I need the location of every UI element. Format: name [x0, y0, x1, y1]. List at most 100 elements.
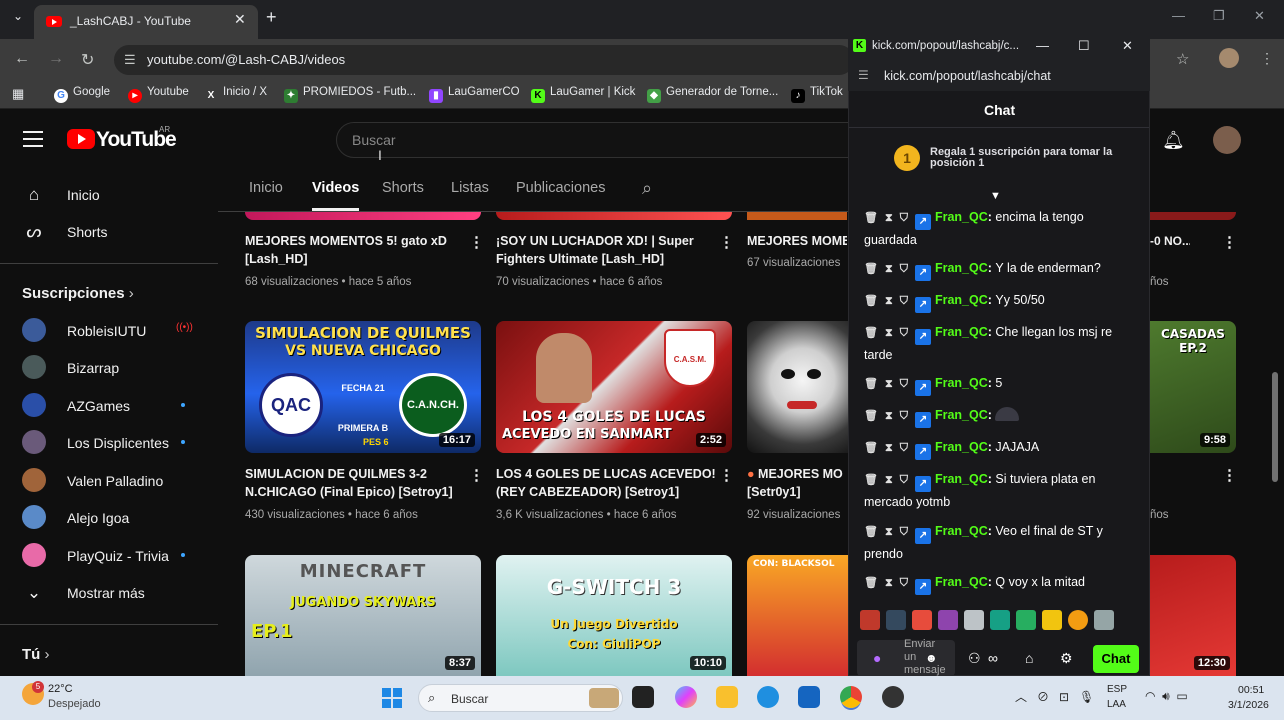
- ban-icon[interactable]: ⛉: [900, 263, 908, 275]
- emote-icon[interactable]: [912, 610, 932, 630]
- timeout-icon[interactable]: ⧗: [885, 263, 893, 275]
- video-menu-icon[interactable]: ⋮: [469, 233, 484, 251]
- delete-icon[interactable]: 🗑︎: [864, 410, 878, 422]
- video-menu-icon[interactable]: ⋮: [1222, 233, 1237, 251]
- delete-icon[interactable]: 🗑︎: [864, 474, 878, 486]
- emote-icon[interactable]: [1068, 610, 1088, 630]
- bookmark-youtube[interactable]: ▸ Youtube: [128, 86, 189, 103]
- sidebar-sub-playquiz[interactable]: PlayQuiz - Trivia: [0, 538, 218, 574]
- sidebar-sub-valen-palladino[interactable]: Valen Palladino: [0, 463, 218, 499]
- video-thumbnail[interactable]: CASADAS EP.2 9:58: [1150, 321, 1236, 453]
- app-icon[interactable]: [882, 686, 904, 708]
- video-thumbnail[interactable]: MINECRAFT JUGANDO SKYWARS EP.1 8:37: [245, 555, 481, 676]
- edge-icon[interactable]: [757, 686, 779, 708]
- timeout-icon[interactable]: ⧗: [885, 442, 893, 454]
- timeout-icon[interactable]: ⧗: [885, 526, 893, 538]
- tab-shorts[interactable]: Shorts: [382, 180, 424, 196]
- video-thumbnail[interactable]: C.A.S.M. LOS 4 GOLES DE LUCAS ACEVEDO EN…: [496, 321, 732, 453]
- bookmark-star-icon[interactable]: ☆: [1176, 50, 1189, 68]
- ban-icon[interactable]: ⛉: [900, 378, 908, 390]
- network-sound-battery-icons[interactable]: ◠ 🔊︎ ▭: [1145, 689, 1188, 704]
- sidebar-item-shorts[interactable]: ᔕ Shorts: [0, 214, 218, 250]
- delete-icon[interactable]: 🗑︎: [864, 212, 878, 224]
- video-thumbnail[interactable]: 12:30: [1150, 555, 1236, 676]
- bookmark-kick[interactable]: K LauGamer | Kick: [531, 86, 635, 103]
- language[interactable]: ESP: [1107, 684, 1127, 695]
- emote-icon[interactable]: [1042, 610, 1062, 630]
- timeout-icon[interactable]: ⧗: [885, 295, 893, 307]
- emote-icon[interactable]: [1094, 610, 1114, 630]
- tab-listas[interactable]: Listas: [451, 180, 489, 196]
- windows-start-icon[interactable]: [382, 688, 402, 708]
- delete-icon[interactable]: 🗑︎: [864, 295, 878, 307]
- user-badge-icon[interactable]: ↗: [914, 528, 931, 544]
- bookmark-google[interactable]: G Google: [54, 86, 110, 103]
- video-title[interactable]: LOS 4 GOLES DE LUCAS ACEVEDO! (REY CABEZ…: [496, 465, 716, 501]
- clock-date[interactable]: 3/1/2026: [1228, 699, 1269, 711]
- video-menu-icon[interactable]: ⋮: [1222, 466, 1237, 484]
- menu-icon[interactable]: ⋮: [1260, 50, 1274, 67]
- user-badge-icon[interactable]: ↗: [914, 329, 931, 345]
- task-view-icon[interactable]: [632, 686, 654, 708]
- sidebar-sub-los-displicentes[interactable]: Los Displicentes: [0, 425, 218, 461]
- keyboard-layout[interactable]: LAA: [1107, 699, 1126, 710]
- profile-avatar[interactable]: [1219, 48, 1239, 68]
- kick-site-info-icon[interactable]: ☰: [858, 68, 869, 82]
- close-window-icon[interactable]: ✕: [1254, 8, 1265, 24]
- reload-icon[interactable]: ↻: [81, 50, 94, 70]
- video-thumbnail[interactable]: [747, 212, 847, 220]
- chrome-icon[interactable]: [840, 686, 862, 708]
- user-badge-icon[interactable]: ↗: [914, 412, 931, 428]
- video-thumbnail[interactable]: G-SWITCH 3 Un Juego Divertido Con: Giuli…: [496, 555, 732, 676]
- gift-subscription-text[interactable]: Regala 1 suscripción para tomar la posic…: [930, 147, 1120, 169]
- new-tab-button[interactable]: +: [266, 7, 277, 28]
- users-icon[interactable]: ⚇: [968, 650, 981, 667]
- apps-icon[interactable]: ▦: [12, 86, 24, 102]
- settings-gear-icon[interactable]: ⚙: [1060, 650, 1073, 667]
- ban-icon[interactable]: ⛉: [900, 526, 908, 538]
- copilot-icon[interactable]: [675, 686, 697, 708]
- ban-icon[interactable]: ⛉: [900, 410, 908, 422]
- back-icon[interactable]: ←: [14, 50, 30, 68]
- account-avatar[interactable]: [1213, 126, 1241, 154]
- notifications-bell-icon[interactable]: 🔔︎: [1162, 130, 1185, 151]
- youtube-logo-icon[interactable]: [67, 129, 95, 149]
- you-section-header[interactable]: Tú ›: [22, 646, 50, 663]
- store-app-icon[interactable]: [798, 686, 820, 708]
- tab-publicaciones[interactable]: Publicaciones: [516, 180, 605, 196]
- kick-minimize-icon[interactable]: —: [1036, 38, 1049, 53]
- timeout-icon[interactable]: ⧗: [885, 577, 893, 589]
- user-badge-icon[interactable]: ↗: [914, 265, 931, 281]
- emote-icon[interactable]: [964, 610, 984, 630]
- minimize-icon[interactable]: —: [1172, 8, 1185, 23]
- mic-icon[interactable]: ●: [873, 650, 881, 666]
- delete-icon[interactable]: 🗑︎: [864, 442, 878, 454]
- gift-rank-badge[interactable]: 1: [894, 145, 920, 171]
- video-title[interactable]: ● MEJORES MO [Setr0y1]: [747, 465, 847, 501]
- bookmark-x[interactable]: X Inicio / X: [204, 86, 267, 103]
- emote-icon[interactable]: [860, 610, 880, 630]
- delete-icon[interactable]: 🗑︎: [864, 378, 878, 390]
- bookmark-promiedos[interactable]: ✦ PROMIEDOS - Futb...: [284, 86, 416, 103]
- file-explorer-icon[interactable]: [716, 686, 738, 708]
- forward-icon[interactable]: →: [48, 50, 64, 68]
- video-menu-icon[interactable]: ⋮: [719, 466, 734, 484]
- kick-close-icon[interactable]: ✕: [1122, 38, 1133, 54]
- tab-search-icon[interactable]: ⌄: [8, 9, 28, 29]
- user-badge-icon[interactable]: ↗: [914, 476, 931, 492]
- video-title[interactable]: SIMULACION DE QUILMES 3-2 N.CHICAGO (Fin…: [245, 465, 465, 501]
- browser-tab[interactable]: _LashCABJ - YouTube ✕: [34, 5, 258, 39]
- sidebar-sub-azgames[interactable]: AZGames: [0, 388, 218, 424]
- delete-icon[interactable]: 🗑︎: [864, 327, 878, 339]
- delete-icon[interactable]: 🗑︎: [864, 577, 878, 589]
- emote-icon[interactable]: [938, 610, 958, 630]
- video-thumbnail[interactable]: [1150, 212, 1236, 220]
- sidebar-sub-alejo-igoa[interactable]: Alejo Igoa: [0, 500, 218, 536]
- ban-icon[interactable]: ⛉: [900, 295, 908, 307]
- video-menu-icon[interactable]: ⋮: [469, 466, 484, 484]
- video-menu-icon[interactable]: ⋮: [719, 233, 734, 251]
- video-thumbnail[interactable]: [245, 212, 481, 220]
- video-title[interactable]: MEJORES MOME: [747, 232, 847, 250]
- tab-videos[interactable]: Videos: [312, 180, 359, 196]
- timeout-icon[interactable]: ⧗: [885, 212, 893, 224]
